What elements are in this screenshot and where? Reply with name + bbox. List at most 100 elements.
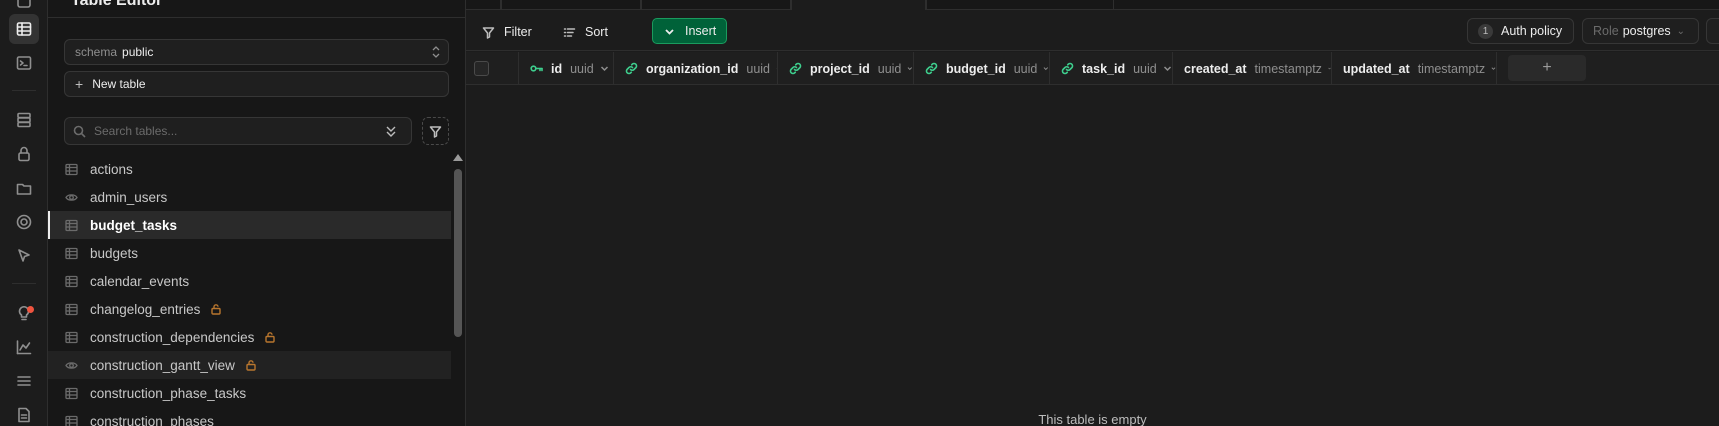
logs-icon[interactable] xyxy=(9,366,39,396)
new-table-button[interactable]: + New table xyxy=(64,71,449,97)
column-header-project-id[interactable]: project_id uuid xyxy=(778,52,914,85)
column-name: project_id xyxy=(810,61,870,76)
editor-tab[interactable] xyxy=(465,0,501,10)
storage-icon[interactable] xyxy=(9,173,39,203)
auth-policy-label: Auth policy xyxy=(1501,24,1563,38)
primary-key-icon xyxy=(530,65,543,72)
column-type: uuid xyxy=(570,61,594,76)
table-icon xyxy=(65,275,78,287)
reports-icon[interactable] xyxy=(9,332,39,362)
chevron-down-icon xyxy=(665,28,674,35)
unlocked-rls-icon xyxy=(211,304,222,315)
column-name: organization_id xyxy=(646,61,739,76)
sidebar-item-label: construction_phase_tasks xyxy=(90,385,247,401)
scroll-up-arrow[interactable] xyxy=(453,154,463,161)
rail-divider xyxy=(12,283,36,284)
editor-tab[interactable] xyxy=(926,0,1114,10)
view-eye-icon xyxy=(65,361,78,369)
filter-label: Filter xyxy=(504,25,532,39)
sidebar-item-label: calendar_events xyxy=(90,273,190,289)
table-icon xyxy=(65,219,78,231)
filter-button[interactable]: Filter xyxy=(482,20,532,44)
sort-button[interactable]: Sort xyxy=(563,20,608,44)
advisors-icon[interactable] xyxy=(9,298,39,328)
search-placeholder: Search tables... xyxy=(94,124,178,138)
column-header-organization-id[interactable]: organization_id uuid xyxy=(614,52,778,85)
editor-tab[interactable] xyxy=(501,0,641,10)
sidebar-item-admin-users[interactable]: admin_users xyxy=(48,183,451,211)
sidebar-item-construction-gantt-view[interactable]: construction_gantt_view xyxy=(48,351,451,379)
chevron-up-down-icon xyxy=(432,46,440,58)
chevron-down-icon: ⌄ xyxy=(1676,25,1686,37)
scrollbar-thumb[interactable] xyxy=(454,169,462,337)
chevrons-down-icon[interactable] xyxy=(385,124,397,138)
plus-icon: + xyxy=(75,76,84,92)
sort-label: Sort xyxy=(585,25,608,39)
search-tables-input[interactable]: Search tables... xyxy=(64,117,412,145)
sidebar-item-actions[interactable]: actions xyxy=(48,155,451,183)
table-editor-icon[interactable] xyxy=(9,14,39,44)
table-list-scrollbar[interactable] xyxy=(452,152,464,426)
edge-functions-icon[interactable] xyxy=(9,241,39,271)
table-icon xyxy=(65,415,78,426)
sidebar-item-construction-phase-tasks[interactable]: construction_phase_tasks xyxy=(48,379,451,407)
role-selector[interactable]: Role postgres ⌄ xyxy=(1582,18,1699,44)
view-eye-icon xyxy=(65,193,78,201)
column-name: task_id xyxy=(1082,61,1126,76)
new-table-label: New table xyxy=(92,77,146,91)
chevron-down-icon[interactable] xyxy=(776,64,777,73)
sidebar-item-label: changelog_entries xyxy=(90,301,201,317)
column-header-task-id[interactable]: task_id uuid xyxy=(1050,52,1173,85)
sql-editor-icon[interactable] xyxy=(9,48,39,78)
column-header-updated-at[interactable]: updated_at timestamptz xyxy=(1332,52,1497,85)
table-icon xyxy=(65,247,78,259)
editor-tab[interactable] xyxy=(641,0,791,10)
database-icon[interactable] xyxy=(9,105,39,135)
chevron-down-icon[interactable] xyxy=(1043,64,1049,73)
add-column-button[interactable]: + xyxy=(1508,55,1586,81)
foreign-key-link-icon xyxy=(1061,62,1074,75)
sidebar-item-changelog-entries[interactable]: changelog_entries xyxy=(48,295,451,323)
table-editor-sidebar: Table Editor schema public + New table S… xyxy=(48,0,466,426)
funnel-icon xyxy=(482,26,495,39)
chevron-down-icon[interactable] xyxy=(1491,64,1496,73)
unlocked-rls-icon xyxy=(265,332,276,343)
column-type: uuid xyxy=(1133,61,1157,76)
column-header-budget-id[interactable]: budget_id uuid xyxy=(914,52,1050,85)
table-icon xyxy=(65,303,78,315)
column-type: timestamptz xyxy=(1254,61,1322,76)
more-options-button[interactable] xyxy=(1706,18,1719,44)
chevron-down-icon[interactable] xyxy=(600,64,609,73)
sidebar-item-label: construction_phases xyxy=(90,413,214,426)
sidebar-item-construction-dependencies[interactable]: construction_dependencies xyxy=(48,323,451,351)
auth-policy-button[interactable]: 1 Auth policy xyxy=(1467,18,1574,44)
sidebar-item-calendar-events[interactable]: calendar_events xyxy=(48,267,451,295)
schema-selector[interactable]: schema public xyxy=(64,39,449,65)
api-docs-icon[interactable] xyxy=(9,400,39,426)
grid-header-row: id uuid organization_id uuid project_id uuid b… xyxy=(466,52,1719,85)
rail-divider xyxy=(12,90,36,91)
sidebar-item-label: admin_users xyxy=(90,189,168,205)
role-value: postgres xyxy=(1622,24,1671,38)
sidebar-item-budget-tasks[interactable]: budget_tasks xyxy=(48,211,451,239)
table-grid-panel: Filter Sort Insert 1 Auth policy Role po… xyxy=(465,0,1719,426)
column-name: created_at xyxy=(1184,61,1247,76)
select-all-checkbox[interactable] xyxy=(474,61,489,76)
auth-icon[interactable] xyxy=(9,139,39,169)
filter-tables-button[interactable] xyxy=(422,117,449,145)
empty-table-message: This table is empty xyxy=(1038,412,1147,426)
chevron-down-icon[interactable] xyxy=(1328,64,1331,73)
chevron-down-icon[interactable] xyxy=(907,64,913,73)
realtime-icon[interactable] xyxy=(9,207,39,237)
sidebar-item-label: construction_dependencies xyxy=(90,329,255,345)
chevron-down-icon[interactable] xyxy=(1163,64,1172,73)
sidebar-item-budgets[interactable]: budgets xyxy=(48,239,451,267)
activity-rail xyxy=(0,0,48,426)
sidebar-item-construction-phases[interactable]: construction_phases xyxy=(48,407,451,426)
insert-button[interactable]: Insert xyxy=(652,18,727,44)
sidebar-item-label: actions xyxy=(90,161,133,177)
sidebar-header: Table Editor xyxy=(48,0,465,18)
column-header-created-at[interactable]: created_at timestamptz xyxy=(1173,52,1332,85)
column-header-id[interactable]: id uuid xyxy=(519,52,614,85)
editor-tab-active[interactable] xyxy=(791,0,926,10)
